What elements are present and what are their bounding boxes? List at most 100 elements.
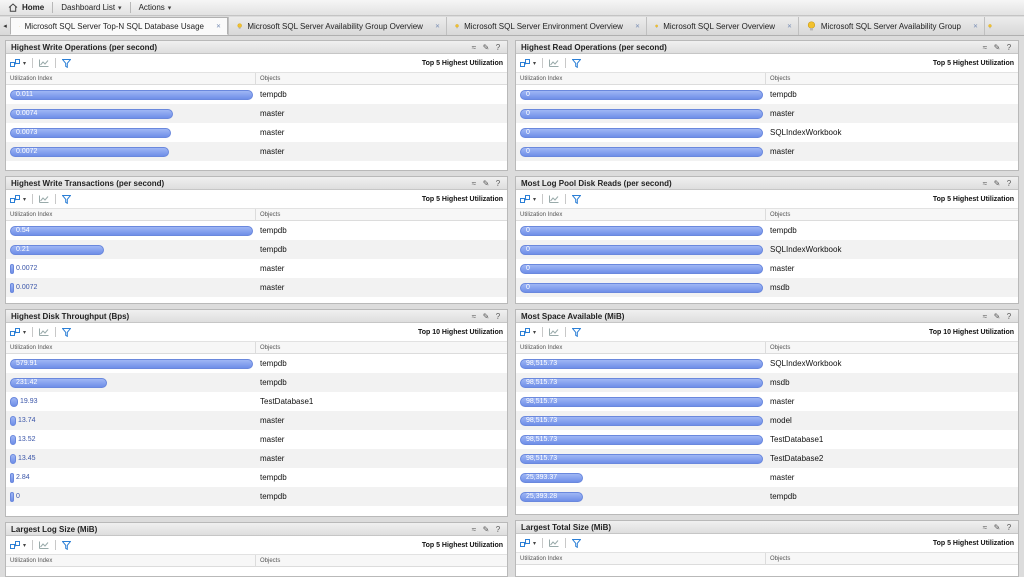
column-header-index[interactable]: Utilization Index <box>6 209 256 220</box>
collapse-icon[interactable]: ≈ <box>470 525 478 534</box>
column-header-objects[interactable]: Objects <box>256 209 280 220</box>
table-row[interactable]: 579.91 tempdb <box>6 354 507 373</box>
tab-1[interactable]: Microsoft SQL Server Top-N SQL Database … <box>10 17 228 35</box>
table-row[interactable]: 0.0072 master <box>6 142 507 161</box>
tab-3[interactable]: Microsoft SQL Server Environment Overvie… <box>446 17 646 35</box>
edit-icon[interactable]: ✎ <box>482 312 490 321</box>
table-row[interactable]: 2.84 tempdb <box>6 468 507 487</box>
interactions-icon[interactable]: ▾ <box>520 194 536 204</box>
help-icon[interactable]: ? <box>494 312 502 321</box>
interactions-icon[interactable]: ▾ <box>520 327 536 337</box>
collapse-icon[interactable]: ≈ <box>470 179 478 188</box>
column-header-objects[interactable]: Objects <box>256 342 280 353</box>
help-icon[interactable]: ? <box>494 179 502 188</box>
filter-icon[interactable] <box>572 538 582 548</box>
filter-icon[interactable] <box>62 327 72 337</box>
interactions-icon[interactable]: ▾ <box>520 58 536 68</box>
interactions-icon[interactable]: ▾ <box>10 327 26 337</box>
help-icon[interactable]: ? <box>1005 312 1013 321</box>
filter-icon[interactable] <box>572 58 582 68</box>
table-row[interactable]: 13.52 master <box>6 430 507 449</box>
edit-icon[interactable]: ✎ <box>993 312 1001 321</box>
help-icon[interactable]: ? <box>494 43 502 52</box>
interactions-icon[interactable]: ▾ <box>10 540 26 550</box>
edit-icon[interactable]: ✎ <box>993 523 1001 532</box>
table-row[interactable]: 0.54 tempdb <box>6 221 507 240</box>
close-icon[interactable]: ✕ <box>216 23 221 30</box>
tab-2[interactable]: Microsoft SQL Server Availability Group … <box>228 17 446 35</box>
close-icon[interactable]: ✕ <box>635 23 640 30</box>
column-header-objects[interactable]: Objects <box>766 73 790 84</box>
help-icon[interactable]: ? <box>1005 523 1013 532</box>
chart-icon[interactable] <box>39 59 49 67</box>
edit-icon[interactable]: ✎ <box>993 43 1001 52</box>
table-row[interactable]: 0 tempdb <box>516 221 1018 240</box>
edit-icon[interactable]: ✎ <box>993 179 1001 188</box>
table-row[interactable]: 25,393.28 tempdb <box>516 487 1018 506</box>
edit-icon[interactable]: ✎ <box>482 43 490 52</box>
filter-icon[interactable] <box>62 194 72 204</box>
home-button[interactable]: Home <box>0 0 52 16</box>
table-row[interactable]: 0.0073 master <box>6 123 507 142</box>
dashboard-list-menu[interactable]: Dashboard List ▾ <box>53 0 129 16</box>
column-header-index[interactable]: Utilization Index <box>6 73 256 84</box>
table-row[interactable]: 0 master <box>516 142 1018 161</box>
filter-icon[interactable] <box>62 58 72 68</box>
collapse-icon[interactable]: ≈ <box>981 179 989 188</box>
table-row[interactable]: 98,515.73 TestDatabase2 <box>516 449 1018 468</box>
column-header-objects[interactable]: Objects <box>256 555 280 566</box>
chart-icon[interactable] <box>39 328 49 336</box>
table-row[interactable]: 0 tempdb <box>6 487 507 506</box>
chart-icon[interactable] <box>549 328 559 336</box>
column-header-index[interactable]: Utilization Index <box>516 553 766 564</box>
chart-icon[interactable] <box>39 195 49 203</box>
table-row[interactable]: 0.011 tempdb <box>6 85 507 104</box>
interactions-icon[interactable]: ▾ <box>10 194 26 204</box>
table-row[interactable]: 98,515.73 TestDatabase1 <box>516 430 1018 449</box>
table-row[interactable]: 19.93 TestDatabase1 <box>6 392 507 411</box>
table-row[interactable]: 0 SQLIndexWorkbook <box>516 240 1018 259</box>
collapse-icon[interactable]: ≈ <box>981 312 989 321</box>
column-header-index[interactable]: Utilization Index <box>6 342 256 353</box>
column-header-objects[interactable]: Objects <box>766 342 790 353</box>
close-icon[interactable]: ✕ <box>973 23 978 30</box>
table-row[interactable]: 0.21 tempdb <box>6 240 507 259</box>
chart-icon[interactable] <box>549 539 559 547</box>
interactions-icon[interactable]: ▾ <box>10 58 26 68</box>
collapse-icon[interactable]: ≈ <box>470 43 478 52</box>
edit-icon[interactable]: ✎ <box>482 525 490 534</box>
table-row[interactable]: 0.0072 master <box>6 259 507 278</box>
close-icon[interactable]: ✕ <box>787 23 792 30</box>
filter-icon[interactable] <box>572 327 582 337</box>
tab-5[interactable]: Microsoft SQL Server Availability Group ✕ <box>798 17 984 35</box>
collapse-icon[interactable]: ≈ <box>981 43 989 52</box>
column-header-index[interactable]: Utilization Index <box>516 73 766 84</box>
table-row[interactable]: 231.42 tempdb <box>6 373 507 392</box>
column-header-objects[interactable]: Objects <box>766 553 790 564</box>
collapse-icon[interactable]: ≈ <box>981 523 989 532</box>
table-row[interactable]: 0 master <box>516 259 1018 278</box>
edit-icon[interactable]: ✎ <box>482 179 490 188</box>
tab-overflow[interactable] <box>984 17 1000 35</box>
help-icon[interactable]: ? <box>1005 43 1013 52</box>
column-header-index[interactable]: Utilization Index <box>6 555 256 566</box>
column-header-objects[interactable]: Objects <box>766 209 790 220</box>
table-row[interactable]: 25,393.37 master <box>516 468 1018 487</box>
table-row[interactable]: 13.45 master <box>6 449 507 468</box>
help-icon[interactable]: ? <box>1005 179 1013 188</box>
chart-icon[interactable] <box>549 195 559 203</box>
scroll-left-icon[interactable]: ◂ <box>0 17 10 35</box>
interactions-icon[interactable]: ▾ <box>520 538 536 548</box>
column-header-index[interactable]: Utilization Index <box>516 209 766 220</box>
table-row[interactable]: 98,515.73 master <box>516 392 1018 411</box>
table-row[interactable]: 0 tempdb <box>516 85 1018 104</box>
filter-icon[interactable] <box>572 194 582 204</box>
tab-4[interactable]: Microsoft SQL Server Overview ✕ <box>646 17 798 35</box>
table-row[interactable]: 0.0074 master <box>6 104 507 123</box>
collapse-icon[interactable]: ≈ <box>470 312 478 321</box>
table-row[interactable]: 0 SQLIndexWorkbook <box>516 123 1018 142</box>
actions-menu[interactable]: Actions ▾ <box>131 0 180 16</box>
chart-icon[interactable] <box>549 59 559 67</box>
table-row[interactable]: 98,515.73 model <box>516 411 1018 430</box>
table-row[interactable]: 0 master <box>516 104 1018 123</box>
